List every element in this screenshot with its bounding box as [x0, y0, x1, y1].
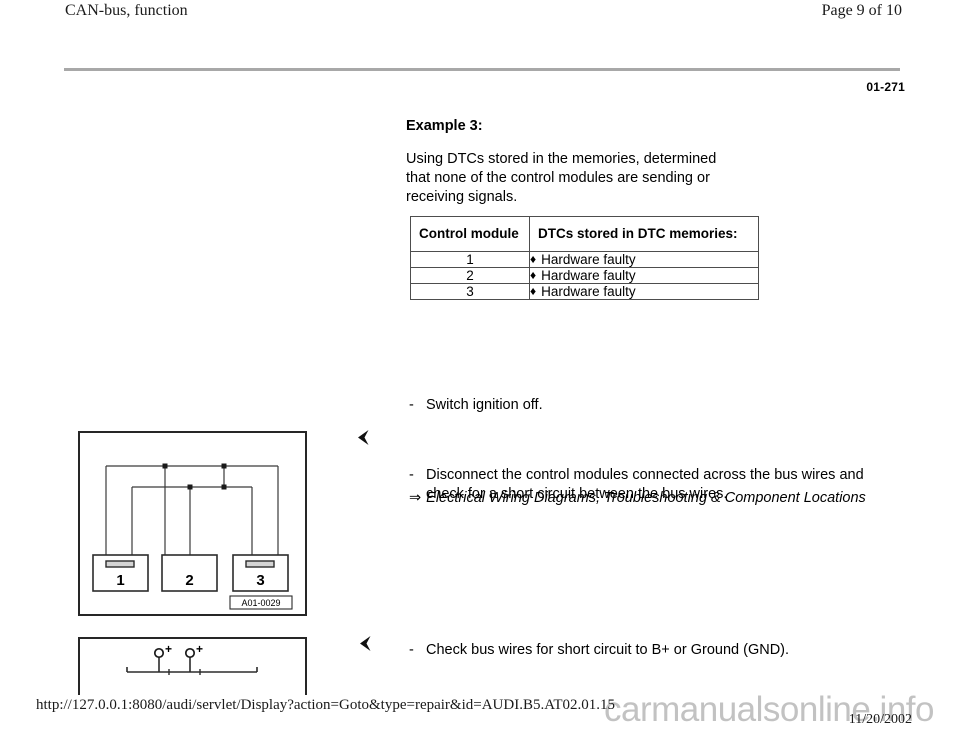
table-cell-dtc-label: Hardware faulty	[541, 268, 636, 283]
table-cell-module: 2	[410, 267, 530, 284]
step-text: Switch ignition off.	[426, 397, 543, 413]
step-dash: -	[409, 397, 414, 413]
diamond-bullet-icon: ♦	[530, 252, 537, 266]
terminal-plus-label: +	[196, 642, 203, 656]
junction-dots	[162, 463, 227, 490]
example-description: Using DTCs stored in the memories, deter…	[406, 151, 717, 205]
table-row: 1 ♦ Hardware faulty	[410, 251, 759, 268]
bplus-diagram-svg: + +	[126, 642, 258, 675]
cross-reference-label: Electrical Wiring Diagrams, Troubleshoot…	[426, 490, 866, 506]
table-header-control-module: Control module	[410, 216, 530, 252]
table-cell-module: 3	[410, 283, 530, 300]
figure-can-bus-circuit: 1 2 3 A01-0029	[78, 431, 307, 616]
table-header-dtc-memories: DTCs stored in DTC memories:	[529, 216, 759, 252]
table-cell-module: 1	[410, 251, 530, 268]
step-switch-ignition-off: - Switch ignition off.	[409, 396, 739, 415]
table-cell-dtc: ♦ Hardware faulty	[529, 283, 759, 300]
double-arrow-right-icon: ⇒	[409, 490, 422, 506]
table-cell-dtc: ♦ Hardware faulty	[529, 267, 759, 284]
module-label-1: 1	[116, 572, 124, 589]
step-check-bus-wires: - Check bus wires for short circuit to B…	[409, 641, 879, 660]
module-label-2: 2	[185, 572, 193, 589]
table-row: 2 ♦ Hardware faulty	[410, 267, 759, 284]
cross-reference-link[interactable]: ⇒ Electrical Wiring Diagrams, Troubleshoo…	[409, 490, 909, 506]
footer-date: 11/20/2002	[848, 712, 912, 727]
figure-bus-short-to-bplus: + +	[78, 637, 307, 695]
footer-url[interactable]: http://127.0.0.1:8080/audi/servlet/Displ…	[36, 697, 615, 714]
step-text: Check bus wires for short circuit to B+ …	[426, 642, 790, 658]
table-header-row: Control module DTCs stored in DTC memori…	[410, 216, 759, 252]
circuit-diagram-svg: 1 2 3 A01-0029	[92, 463, 293, 610]
diamond-bullet-icon: ♦	[530, 268, 537, 282]
table-cell-dtc-label: Hardware faulty	[541, 252, 636, 267]
example-heading: Example 3:	[406, 118, 483, 134]
figure-pointer-arrow-icon	[357, 634, 375, 654]
module-label-3: 3	[256, 572, 264, 589]
step-dash: -	[409, 642, 414, 658]
step-dash: -	[409, 467, 414, 483]
terminal-plus-label: +	[165, 642, 172, 656]
diamond-bullet-icon: ♦	[530, 284, 537, 298]
figure-caption-label: A01-0029	[241, 598, 280, 608]
table-cell-dtc: ♦ Hardware faulty	[529, 251, 759, 268]
dtc-table: Control module DTCs stored in DTC memori…	[410, 216, 759, 300]
document-number: 01-271	[866, 80, 905, 94]
header-divider	[64, 68, 900, 71]
document-header-title: CAN-bus, function	[65, 2, 188, 19]
table-row: 3 ♦ Hardware faulty	[410, 283, 759, 300]
table-cell-dtc-label: Hardware faulty	[541, 284, 636, 299]
page-indicator: Page 9 of 10	[821, 2, 902, 19]
figure-pointer-arrow-icon	[355, 428, 373, 448]
